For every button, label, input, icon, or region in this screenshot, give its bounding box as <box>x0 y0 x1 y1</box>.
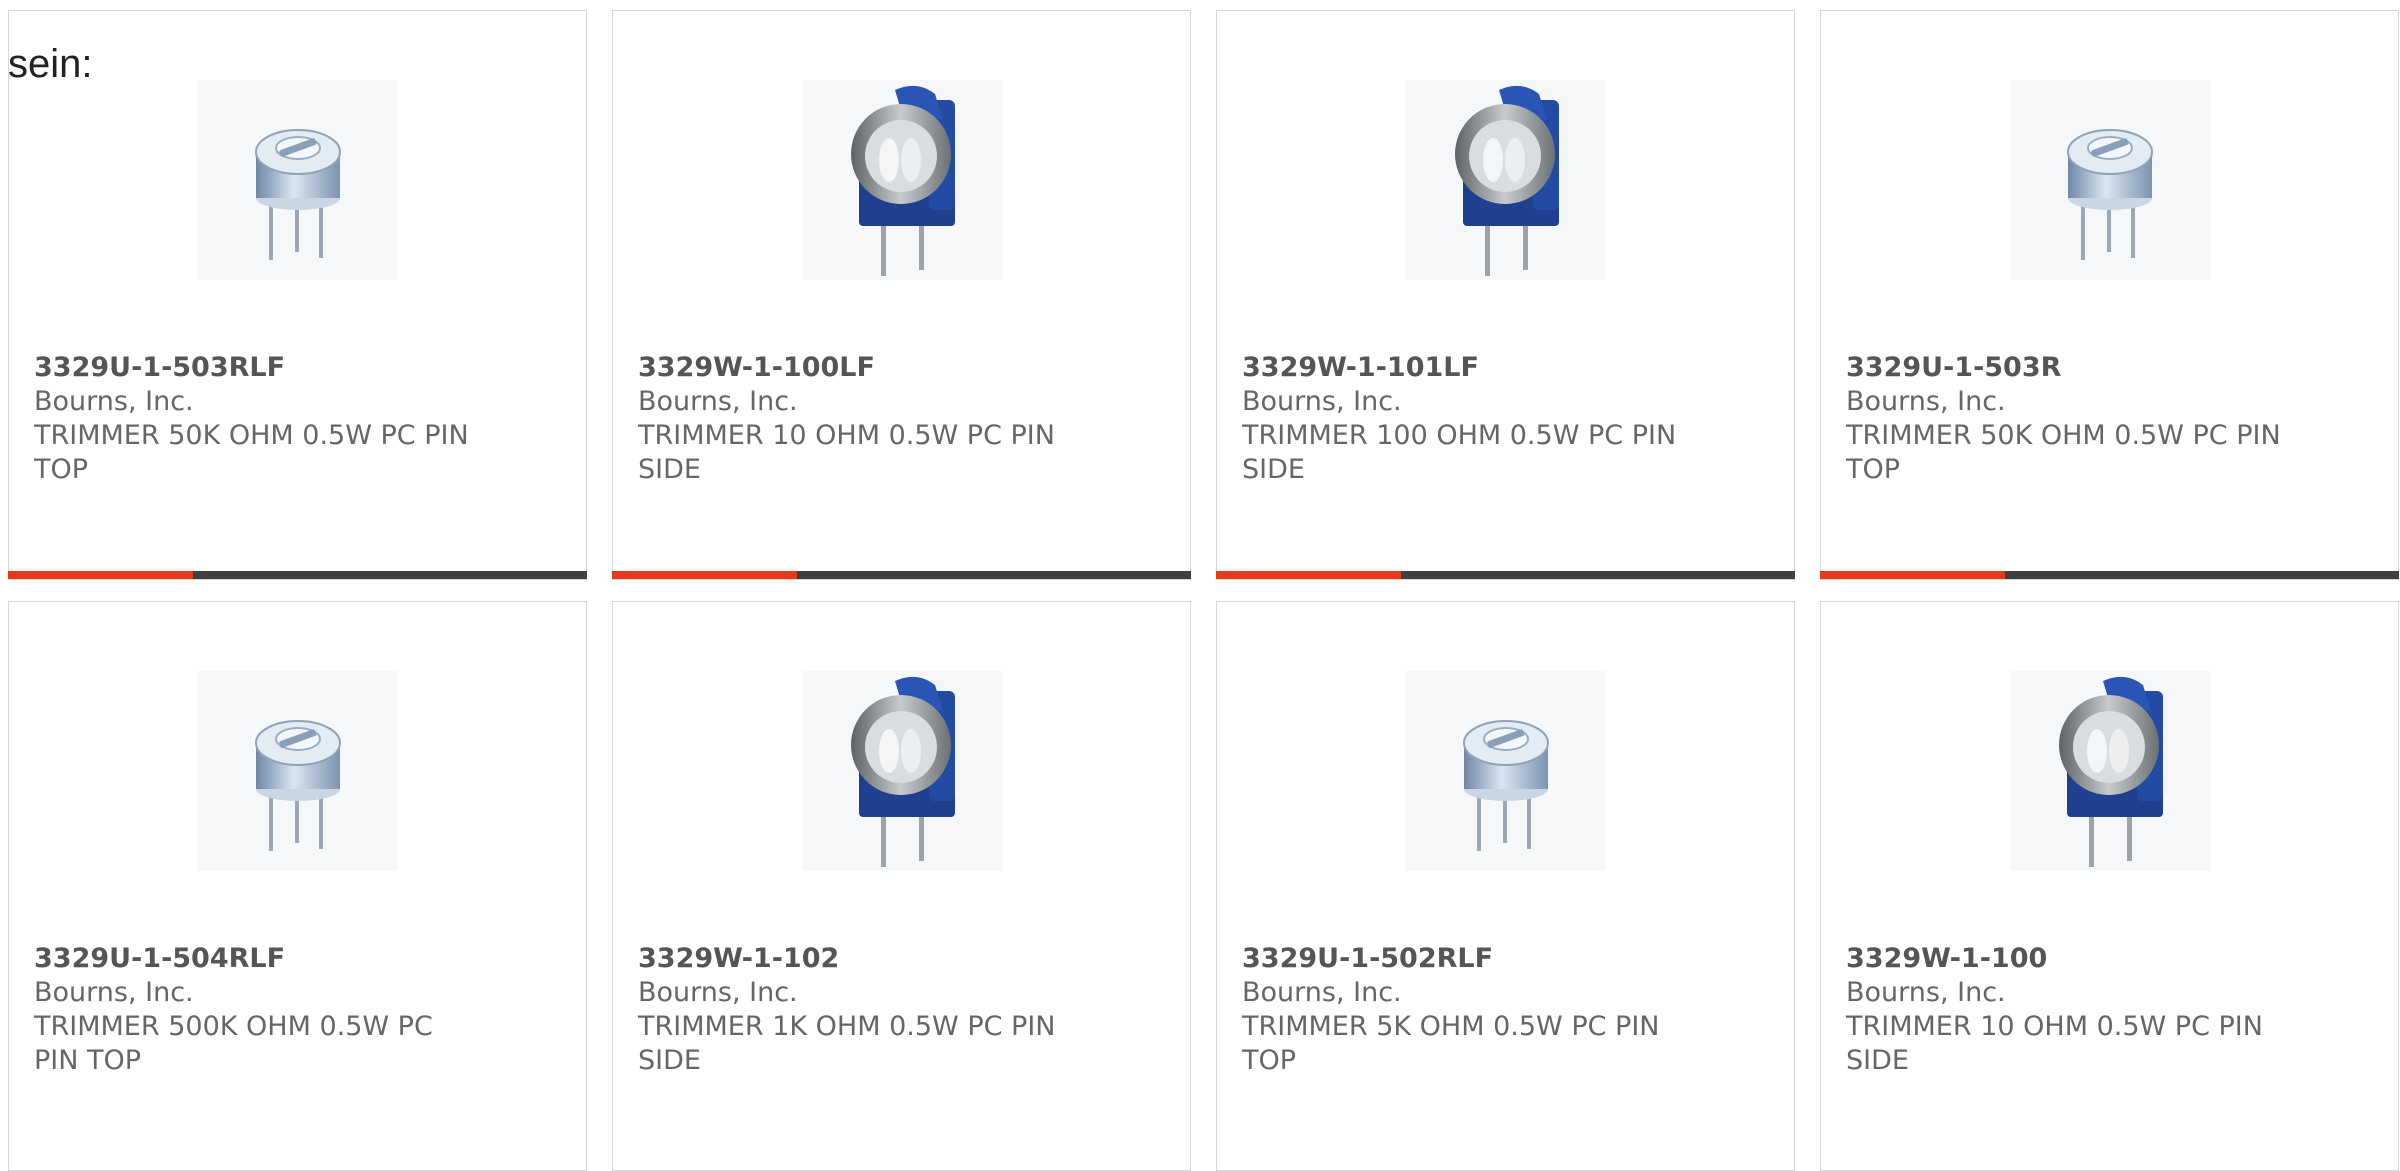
manufacturer: Bourns, Inc. <box>1846 386 2006 417</box>
product-info: 3329U-1-502RLF Bourns, Inc. TRIMMER 5K OHM… <box>1242 942 1682 1078</box>
manufacturer: Bourns, Inc. <box>34 977 194 1008</box>
product-card[interactable]: 3329W-1-100 Bourns, Inc. TRIMMER 10 OHM 0.… <box>1820 601 2399 1171</box>
manufacturer: Bourns, Inc. <box>1846 977 2006 1008</box>
trimmer-top-adjust-icon[interactable] <box>1406 671 1606 871</box>
manufacturer: Bourns, Inc. <box>34 386 194 417</box>
progress-bar-fill <box>1820 571 2006 579</box>
product-info: 3329W-1-100 Bourns, Inc. TRIMMER 10 OHM 0.… <box>1846 942 2286 1078</box>
part-number[interactable]: 3329U-1-503RLF <box>34 351 474 385</box>
product-description: TRIMMER 5K OHM 0.5W PC PIN TOP <box>1242 1011 1660 1076</box>
manufacturer: Bourns, Inc. <box>1242 977 1402 1008</box>
part-number[interactable]: 3329W-1-100 <box>1846 942 2286 976</box>
product-card[interactable]: 3329W-1-102 Bourns, Inc. TRIMMER 1K OHM 0.… <box>612 601 1191 1171</box>
product-card[interactable]: 3329U-1-502RLF Bourns, Inc. TRIMMER 5K OHM… <box>1216 601 1795 1171</box>
product-card[interactable]: 3329W-1-101LF Bourns, Inc. TRIMMER 100 OHM… <box>1216 10 1795 580</box>
product-grid: 3329U-1-503RLF Bourns, Inc. TRIMMER 50K OH… <box>8 10 2399 1171</box>
product-info: 3329U-1-503RLF Bourns, Inc. TRIMMER 50K OH… <box>34 351 474 487</box>
trimmer-side-adjust-icon[interactable] <box>802 80 1002 280</box>
part-number[interactable]: 3329U-1-503R <box>1846 351 2286 385</box>
trimmer-top-adjust-icon[interactable] <box>198 80 398 280</box>
trimmer-top-adjust-icon[interactable] <box>2010 80 2210 280</box>
part-number[interactable]: 3329U-1-502RLF <box>1242 942 1682 976</box>
trimmer-side-adjust-icon[interactable] <box>2010 671 2210 871</box>
product-card[interactable]: 3329U-1-504RLF Bourns, Inc. TRIMMER 500K O… <box>8 601 587 1171</box>
product-description: TRIMMER 100 OHM 0.5W PC PIN SIDE <box>1242 420 1677 485</box>
part-number[interactable]: 3329W-1-100LF <box>638 351 1078 385</box>
progress-bar <box>8 571 587 579</box>
product-info: 3329W-1-100LF Bourns, Inc. TRIMMER 10 OHM … <box>638 351 1078 487</box>
product-card[interactable]: 3329W-1-100LF Bourns, Inc. TRIMMER 10 OHM … <box>612 10 1191 580</box>
progress-bar <box>612 571 1191 579</box>
product-description: TRIMMER 500K OHM 0.5W PC PIN TOP <box>34 1011 433 1076</box>
trimmer-top-adjust-icon[interactable] <box>198 671 398 871</box>
product-card[interactable]: 3329U-1-503R Bourns, Inc. TRIMMER 50K OHM … <box>1820 10 2399 580</box>
intro-text: sein: <box>8 42 93 86</box>
progress-bar-fill <box>612 571 798 579</box>
part-number[interactable]: 3329W-1-101LF <box>1242 351 1682 385</box>
product-description: TRIMMER 50K OHM 0.5W PC PIN TOP <box>34 420 469 485</box>
progress-bar-fill <box>8 571 194 579</box>
part-number[interactable]: 3329W-1-102 <box>638 942 1078 976</box>
product-description: TRIMMER 50K OHM 0.5W PC PIN TOP <box>1846 420 2281 485</box>
progress-bar-fill <box>1216 571 1402 579</box>
product-info: 3329W-1-101LF Bourns, Inc. TRIMMER 100 OHM… <box>1242 351 1682 487</box>
progress-bar <box>1820 571 2399 579</box>
product-info: 3329W-1-102 Bourns, Inc. TRIMMER 1K OHM 0.… <box>638 942 1078 1078</box>
manufacturer: Bourns, Inc. <box>638 386 798 417</box>
trimmer-side-adjust-icon[interactable] <box>802 671 1002 871</box>
trimmer-side-adjust-icon[interactable] <box>1406 80 1606 280</box>
product-info: 3329U-1-504RLF Bourns, Inc. TRIMMER 500K O… <box>34 942 474 1078</box>
product-description: TRIMMER 1K OHM 0.5W PC PIN SIDE <box>638 1011 1056 1076</box>
part-number[interactable]: 3329U-1-504RLF <box>34 942 474 976</box>
product-description: TRIMMER 10 OHM 0.5W PC PIN SIDE <box>638 420 1055 485</box>
product-info: 3329U-1-503R Bourns, Inc. TRIMMER 50K OHM … <box>1846 351 2286 487</box>
progress-bar <box>1216 571 1795 579</box>
product-card[interactable]: 3329U-1-503RLF Bourns, Inc. TRIMMER 50K OH… <box>8 10 587 580</box>
manufacturer: Bourns, Inc. <box>638 977 798 1008</box>
product-description: TRIMMER 10 OHM 0.5W PC PIN SIDE <box>1846 1011 2263 1076</box>
manufacturer: Bourns, Inc. <box>1242 386 1402 417</box>
